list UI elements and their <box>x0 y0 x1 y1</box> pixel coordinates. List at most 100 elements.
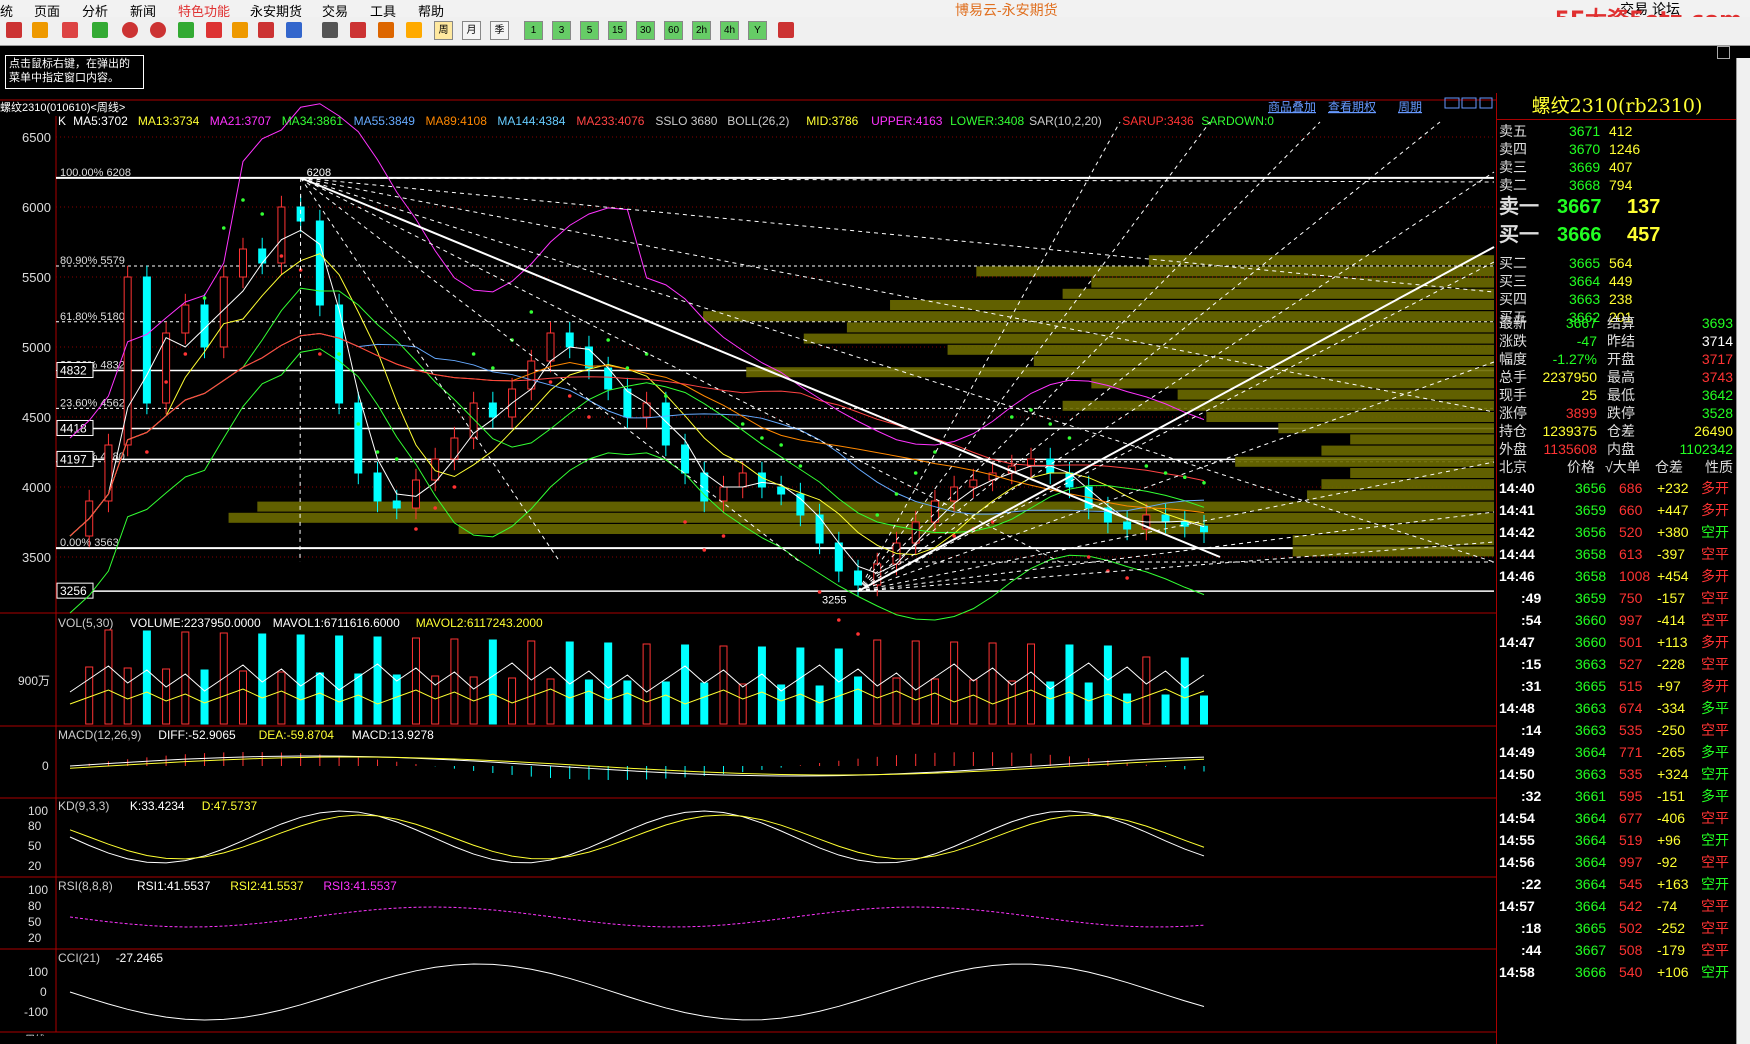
home-icon[interactable] <box>6 22 22 38</box>
period-month-button[interactable]: 月 <box>462 21 481 40</box>
volume-bar <box>181 631 190 725</box>
tick-price: 3664 <box>1575 810 1607 826</box>
macd-tick: 0 <box>42 759 49 773</box>
stat-value: 1135608 <box>1543 441 1597 457</box>
candle <box>354 402 363 474</box>
sar-dot <box>817 590 822 594</box>
period-3min-button[interactable]: 3 <box>552 21 571 40</box>
tick-volume: 997 <box>1619 854 1643 870</box>
stat-label: 涨停 <box>1499 405 1527 421</box>
draw-icon[interactable] <box>206 22 222 38</box>
quote-row: 总手 2237950 最高 3743 <box>1497 367 1737 387</box>
paint-icon[interactable] <box>232 22 248 38</box>
legend-item: RSI2:41.5537 <box>230 879 304 893</box>
filter-icon[interactable] <box>258 22 274 38</box>
volume-profile-bar <box>746 367 1494 378</box>
stat-label: 幅度 <box>1499 351 1527 367</box>
stat-label: 最高 <box>1607 369 1635 385</box>
period-week-button[interactable]: 周 <box>434 21 453 40</box>
kline-chart[interactable]: 螺纹2310(010610)<周线> 商品叠加 查看期权 周期 K MA5:3702 MA1… <box>0 92 1496 1044</box>
period-year-button[interactable]: Y <box>748 21 767 40</box>
right-scrollbar[interactable] <box>1736 58 1750 1044</box>
volume-bar <box>911 640 920 725</box>
volume-bar <box>642 643 651 725</box>
stat-value: 26490 <box>1694 423 1733 439</box>
sar-dot <box>1163 471 1168 475</box>
new-icon[interactable] <box>286 22 302 38</box>
quote-row: 幅度 -1.27% 开盘 3717 <box>1497 349 1737 369</box>
period-5min-button[interactable]: 5 <box>580 21 599 40</box>
period-15min-button[interactable]: 15 <box>608 21 627 40</box>
period-4h-button[interactable]: 4h <box>720 21 739 40</box>
candle <box>431 458 440 481</box>
stat-value: 1239375 <box>1542 423 1597 439</box>
ask-volume: 407 <box>1609 159 1633 175</box>
price-box-label: 3256 <box>60 584 87 598</box>
news-icon[interactable] <box>62 22 78 38</box>
tick-row: 14:54 3664 677 -406 空平 <box>1497 807 1737 829</box>
sar-dot <box>702 548 707 552</box>
sar-dot <box>491 366 495 370</box>
tick-nature: 多开 <box>1701 678 1729 694</box>
volume-bar <box>1123 693 1132 725</box>
line-chart-icon[interactable] <box>350 22 366 38</box>
quote-row: 涨停 3899 跌停 3528 <box>1497 403 1737 423</box>
chart-background <box>0 92 1496 1044</box>
period-60min-button[interactable]: 60 <box>664 21 683 40</box>
sar-dot <box>1125 576 1129 580</box>
tick-time: :15 <box>1521 656 1542 672</box>
period-1min-button[interactable]: 1 <box>524 21 543 40</box>
tick-oi-change: +324 <box>1657 766 1689 782</box>
tick-header: 性质 <box>1705 459 1733 475</box>
calculator-icon[interactable] <box>778 22 794 38</box>
quote-row: 买四 3663 238 <box>1497 289 1737 309</box>
legend-item: MACD(12,26,9) <box>58 728 141 742</box>
header-link[interactable]: 商品叠加 <box>1268 99 1316 114</box>
period-quarter-button[interactable]: 季 <box>490 21 509 40</box>
ask-label: 卖五 <box>1499 123 1527 139</box>
zoom-out-icon[interactable] <box>150 22 166 38</box>
tick-price: 3664 <box>1575 854 1607 870</box>
volume-bar <box>315 672 324 725</box>
tick-oi-change: +454 <box>1657 568 1689 584</box>
tick-time: 14:54 <box>1499 810 1535 826</box>
period-30min-button[interactable]: 30 <box>636 21 655 40</box>
legend-item: MA21:3707 <box>210 114 272 128</box>
volume-bar <box>392 674 401 725</box>
window-icon[interactable] <box>178 22 194 38</box>
restore-icon[interactable] <box>1717 46 1730 59</box>
symbol-label: 螺纹2310(010610)<周线> <box>0 100 125 114</box>
legend-item: MA55:3849 <box>354 114 416 128</box>
ask-volume: 412 <box>1609 123 1633 139</box>
sar-dot <box>394 457 399 461</box>
sar-dot <box>375 450 380 454</box>
volume-bar <box>1007 680 1016 725</box>
tick-nature: 空开 <box>1701 524 1729 540</box>
zoom-in-icon[interactable] <box>122 22 138 38</box>
tick-icon[interactable] <box>378 22 394 38</box>
book-icon[interactable] <box>32 22 48 38</box>
period-2h-button[interactable]: 2h <box>692 21 711 40</box>
quote-row: 买二 3665 564 <box>1497 253 1737 273</box>
tick-price: 3666 <box>1575 964 1607 980</box>
price-box-label: 4832 <box>60 364 87 378</box>
stat-value: -1.27% <box>1552 351 1597 367</box>
header-link[interactable]: 周期 <box>1398 100 1422 114</box>
candle <box>834 542 843 572</box>
sar-dot <box>1182 475 1187 480</box>
legend-item: KD(9,3,3) <box>58 799 109 813</box>
quote-row: 最新 3667 结算 3693 <box>1497 313 1737 333</box>
tick-row: 14:50 3663 535 +324 空开 <box>1497 763 1737 785</box>
header-link[interactable]: 查看期权 <box>1328 100 1376 114</box>
volume-bar <box>162 668 171 725</box>
tick-time: 14:58 <box>1499 964 1535 980</box>
tick-row: 14:40 3656 686 +232 多开 <box>1497 477 1737 499</box>
legend-item: MAVOL1:6711616.6000 <box>273 616 400 630</box>
day-icon[interactable] <box>406 22 422 38</box>
rsi-tick: 80 <box>28 899 42 913</box>
volume-bar <box>1142 656 1151 725</box>
refresh-icon[interactable] <box>92 22 108 38</box>
volume-bar <box>450 638 459 725</box>
stat-label: 持仓 <box>1499 423 1527 439</box>
table-icon[interactable] <box>322 22 338 38</box>
